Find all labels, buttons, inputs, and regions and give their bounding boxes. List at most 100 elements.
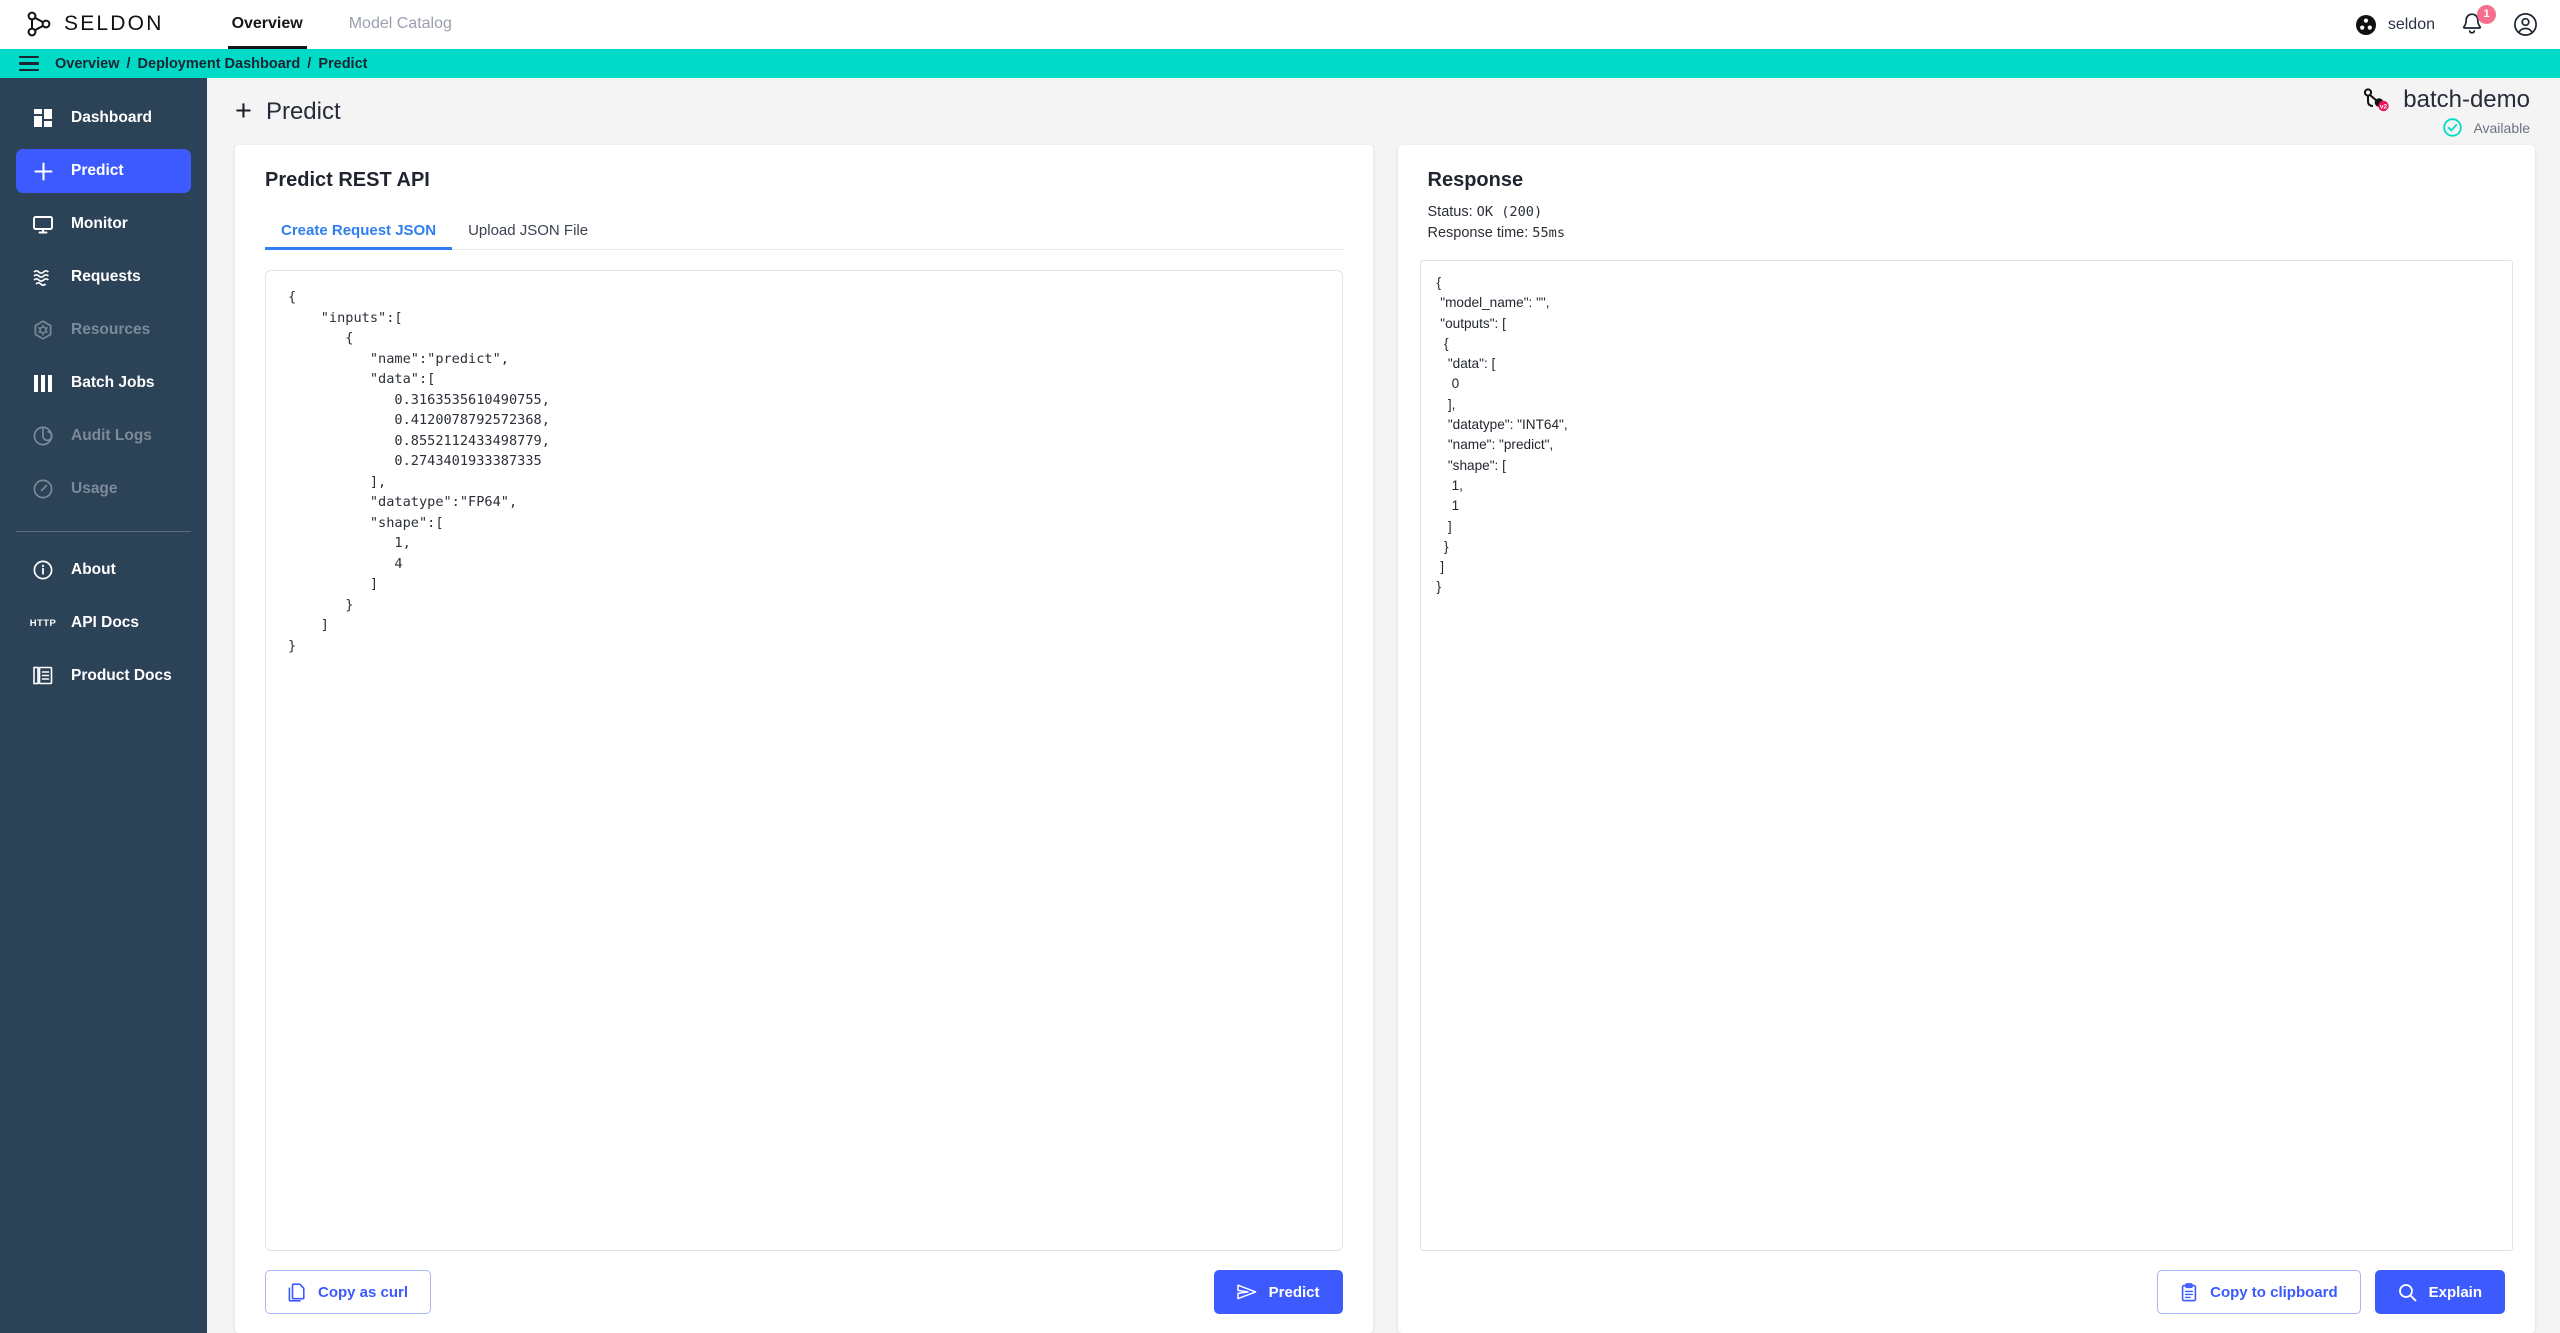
org-selector[interactable]: seldon <box>2355 14 2435 36</box>
tab-upload-json-file[interactable]: Upload JSON File <box>452 222 604 249</box>
seldon-org-icon <box>2355 14 2377 36</box>
request-json-editor[interactable]: { "inputs":[ { "name":"predict", "data":… <box>265 270 1343 1251</box>
predict-label: Predict <box>1268 1283 1320 1301</box>
sidebar-item-batch-jobs[interactable]: Batch Jobs <box>16 361 191 405</box>
response-time-label: Response time: <box>1427 225 1529 241</box>
documents-icon <box>32 665 54 687</box>
hamburger-menu-icon[interactable] <box>19 55 39 72</box>
copy-icon <box>288 1282 306 1302</box>
bars-icon <box>32 372 54 394</box>
sidebar-divider <box>16 531 191 532</box>
sidebar-item-requests[interactable]: Requests <box>16 255 191 299</box>
request-json-text: { "inputs":[ { "name":"predict", "data":… <box>288 289 550 654</box>
sidebar-item-label: Product Docs <box>71 667 172 684</box>
sidebar-item-label: Usage <box>71 480 118 497</box>
waves-icon <box>32 266 54 288</box>
breadcrumb-separator: / <box>307 55 312 72</box>
breadcrumb-item-deployment-dashboard[interactable]: Deployment Dashboard <box>138 56 301 72</box>
plus-icon <box>32 160 54 182</box>
status-badge: Available <box>2443 118 2530 137</box>
response-status-row: Status: OK (200) <box>1428 202 2506 223</box>
sidebar-item-resources[interactable]: Resources <box>16 308 191 352</box>
plus-icon: + <box>235 95 252 127</box>
breadcrumb-item-predict[interactable]: Predict <box>318 56 367 72</box>
response-status-label: Status: <box>1427 204 1473 220</box>
explain-button[interactable]: Explain <box>2374 1270 2505 1314</box>
sidebar-item-product-docs[interactable]: Product Docs <box>16 654 191 698</box>
http-icon: HTTP <box>29 617 57 629</box>
sidebar-item-label: API Docs <box>71 614 140 631</box>
response-time-row: Response time: 55ms <box>1428 223 2506 244</box>
sidebar-item-label: Batch Jobs <box>71 374 155 391</box>
breadcrumb: Overview / Deployment Dashboard / Predic… <box>55 56 367 72</box>
page-title-text: Predict <box>265 97 341 125</box>
org-name: seldon <box>2387 15 2435 33</box>
search-icon <box>2398 1283 2417 1302</box>
breadcrumb-separator: / <box>126 55 131 72</box>
app-root: SELDON Overview Model Catalog seldon 1 O… <box>0 0 2560 1333</box>
deployment-info: v2 batch-demo Available <box>2361 86 2530 137</box>
deployment-v2-icon: v2 <box>2361 87 2391 113</box>
target-icon <box>32 425 54 447</box>
explain-label: Explain <box>2428 1283 2482 1301</box>
panels: Predict REST API Create Request JSON Upl… <box>207 145 2560 1333</box>
request-actions: Copy as curl Predict <box>235 1251 1373 1333</box>
top-nav: Overview Model Catalog <box>227 0 452 49</box>
breadcrumb-bar: Overview / Deployment Dashboard / Predic… <box>0 49 2560 78</box>
kubernetes-icon <box>32 319 54 341</box>
top-bar-right: seldon 1 <box>2355 0 2538 49</box>
sidebar-item-label: About <box>71 561 116 578</box>
user-account-icon <box>2513 12 2538 37</box>
top-bar: SELDON Overview Model Catalog seldon 1 <box>0 0 2560 49</box>
sidebar: Dashboard Predict Monitor Requests Resou… <box>0 78 207 1333</box>
copy-to-clipboard-label: Copy to clipboard <box>2210 1283 2338 1301</box>
response-status-value: OK (200) <box>1476 204 1543 220</box>
predict-button[interactable]: Predict <box>1213 1270 1343 1314</box>
check-circle-icon <box>2443 118 2463 137</box>
response-title: Response <box>1427 169 1524 191</box>
response-actions: Copy to clipboard Explain <box>1398 1251 2536 1333</box>
copy-as-curl-label: Copy as curl <box>318 1283 409 1301</box>
sidebar-item-label: Requests <box>71 268 141 285</box>
monitor-screen-icon <box>32 213 54 235</box>
request-tabs: Create Request JSON Upload JSON File <box>265 222 1343 250</box>
sidebar-item-label: Dashboard <box>71 109 152 126</box>
clipboard-icon <box>2180 1282 2198 1302</box>
brand[interactable]: SELDON <box>0 11 164 37</box>
response-json-viewer[interactable]: { "model_name": "", "outputs": [ { "data… <box>1419 260 2513 1251</box>
sidebar-item-label: Monitor <box>71 215 128 232</box>
dashboard-grid-icon <box>32 107 54 129</box>
breadcrumb-item-overview[interactable]: Overview <box>55 56 120 72</box>
sidebar-item-audit-logs[interactable]: Audit Logs <box>16 414 191 458</box>
account-button[interactable] <box>2513 12 2538 37</box>
sidebar-item-label: Audit Logs <box>71 427 152 444</box>
top-nav-overview[interactable]: Overview <box>227 0 307 49</box>
sidebar-item-api-docs[interactable]: HTTP API Docs <box>16 601 191 645</box>
response-panel: Response Status: OK (200) Response time:… <box>1397 145 2536 1333</box>
notifications-button[interactable]: 1 <box>2461 4 2496 38</box>
svg-text:v2: v2 <box>2380 103 2388 110</box>
deployment-name-row[interactable]: v2 batch-demo <box>2361 86 2530 114</box>
page-title: + Predict <box>235 97 341 126</box>
sidebar-item-predict[interactable]: Predict <box>16 149 191 193</box>
tab-create-request-json[interactable]: Create Request JSON <box>265 222 453 250</box>
sidebar-item-dashboard[interactable]: Dashboard <box>16 96 191 140</box>
main-content: + Predict v2 batch-demo Available Predic… <box>207 78 2560 1333</box>
send-icon <box>1236 1284 1257 1300</box>
page-header: + Predict v2 batch-demo Available <box>207 78 2560 145</box>
info-circle-icon <box>32 559 54 581</box>
predict-rest-api-panel: Predict REST API Create Request JSON Upl… <box>235 145 1373 1333</box>
panel-title: Predict REST API <box>265 169 430 191</box>
sidebar-item-about[interactable]: About <box>16 548 191 592</box>
sidebar-item-usage[interactable]: Usage <box>16 467 191 511</box>
top-nav-model-catalog[interactable]: Model Catalog <box>349 0 452 49</box>
copy-to-clipboard-button[interactable]: Copy to clipboard <box>2157 1270 2361 1314</box>
status-text: Available <box>2473 119 2530 136</box>
sidebar-item-label: Resources <box>71 321 151 338</box>
response-json-text: { "model_name": "", "outputs": [ { "data… <box>1436 275 1568 595</box>
response-meta: Status: OK (200) Response time: 55ms <box>1398 192 2536 244</box>
deployment-name: batch-demo <box>2403 86 2530 113</box>
notification-count-badge: 1 <box>2477 4 2496 24</box>
copy-as-curl-button[interactable]: Copy as curl <box>265 1270 432 1314</box>
sidebar-item-monitor[interactable]: Monitor <box>16 202 191 246</box>
